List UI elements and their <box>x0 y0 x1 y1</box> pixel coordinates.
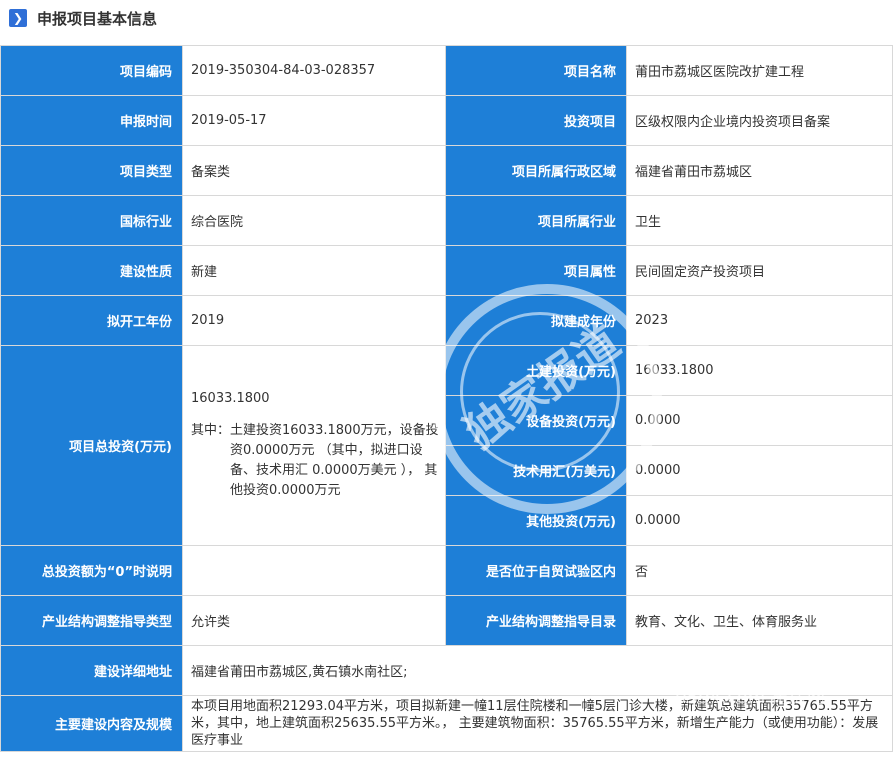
value-national-industry: 综合医院 <box>182 195 446 246</box>
label-project-name: 项目名称 <box>445 45 627 96</box>
value-tech-fx: 0.0000 <box>626 445 893 496</box>
label-address: 建设详细地址 <box>0 645 183 696</box>
label-project-industry: 项目所属行业 <box>445 195 627 246</box>
label-declare-time: 申报时间 <box>0 95 183 146</box>
label-project-attribute: 项目属性 <box>445 245 627 296</box>
value-project-code: 2019-350304-84-03-028357 <box>182 45 446 96</box>
label-free-trade-zone: 是否位于自贸试验区内 <box>445 545 627 596</box>
total-investment-detail: 其中： 土建投资16033.1800万元，设备投资0.0000万元 （其中，拟进… <box>191 421 439 501</box>
label-tech-fx: 技术用汇(万美元) <box>445 445 627 496</box>
table-row: 申报时间 2019-05-17 投资项目 区级权限内企业境内投资项目备案 <box>0 95 893 146</box>
table-row: 项目总投资(万元) 16033.1800 其中： 土建投资16033.1800万… <box>0 345 893 546</box>
label-content-scale: 主要建设内容及规模 <box>0 695 183 752</box>
label-industry-guide-catalog: 产业结构调整指导目录 <box>445 595 627 646</box>
value-industry-guide-type: 允许类 <box>182 595 446 646</box>
value-total-investment: 16033.1800 其中： 土建投资16033.1800万元，设备投资0.00… <box>182 345 446 546</box>
value-project-name: 莆田市荔城区医院改扩建工程 <box>626 45 893 96</box>
label-construction-nature: 建设性质 <box>0 245 183 296</box>
value-region: 福建省莆田市荔城区 <box>626 145 893 196</box>
project-info-table: 项目编码 2019-350304-84-03-028357 项目名称 莆田市荔城… <box>0 45 893 752</box>
label-civil-investment: 土建投资(万元) <box>445 345 627 396</box>
label-industry-guide-type: 产业结构调整指导类型 <box>0 595 183 646</box>
label-project-type: 项目类型 <box>0 145 183 196</box>
label-project-code: 项目编码 <box>0 45 183 96</box>
value-project-attribute: 民间固定资产投资项目 <box>626 245 893 296</box>
label-completion-year: 拟建成年份 <box>445 295 627 346</box>
total-investment-number: 16033.1800 <box>191 391 270 406</box>
table-row: 主要建设内容及规模 本项目用地面积21293.04平方米，项目拟新建一幢11层住… <box>0 695 893 752</box>
value-start-year: 2019 <box>182 295 446 346</box>
table-row: 建设性质 新建 项目属性 民间固定资产投资项目 <box>0 245 893 296</box>
value-address: 福建省莆田市荔城区,黄石镇水南社区; <box>182 645 893 696</box>
table-row: 国标行业 综合医院 项目所属行业 卫生 <box>0 195 893 246</box>
value-completion-year: 2023 <box>626 295 893 346</box>
table-row: 项目编码 2019-350304-84-03-028357 项目名称 莆田市荔城… <box>0 45 893 96</box>
label-start-year: 拟开工年份 <box>0 295 183 346</box>
value-industry-guide-catalog: 教育、文化、卫生、体育服务业 <box>626 595 893 646</box>
value-civil-investment: 16033.1800 <box>626 345 893 396</box>
label-other-investment: 其他投资(万元) <box>445 495 627 546</box>
detail-prefix: 其中： <box>191 423 231 438</box>
table-row: 项目类型 备案类 项目所属行政区域 福建省莆田市荔城区 <box>0 145 893 196</box>
label-equipment-investment: 设备投资(万元) <box>445 395 627 446</box>
chevron-right-icon: ❯ <box>9 9 27 27</box>
section-header: ❯ 申报项目基本信息 <box>0 0 895 36</box>
label-national-industry: 国标行业 <box>0 195 183 246</box>
value-other-investment: 0.0000 <box>626 495 893 546</box>
value-investment-item: 区级权限内企业境内投资项目备案 <box>626 95 893 146</box>
table-row: 建设详细地址 福建省莆田市荔城区,黄石镇水南社区; <box>0 645 893 696</box>
value-project-type: 备案类 <box>182 145 446 196</box>
section-title: 申报项目基本信息 <box>37 9 158 28</box>
table-row: 产业结构调整指导类型 允许类 产业结构调整指导目录 教育、文化、卫生、体育服务业 <box>0 595 893 646</box>
value-declare-time: 2019-05-17 <box>182 95 446 146</box>
value-equipment-investment: 0.0000 <box>626 395 893 446</box>
value-zero-explain <box>182 545 446 596</box>
table-row: 拟开工年份 2019 拟建成年份 2023 <box>0 295 893 346</box>
label-zero-explain: 总投资额为“0”时说明 <box>0 545 183 596</box>
label-region: 项目所属行政区域 <box>445 145 627 196</box>
value-free-trade-zone: 否 <box>626 545 893 596</box>
value-project-industry: 卫生 <box>626 195 893 246</box>
value-construction-nature: 新建 <box>182 245 446 296</box>
detail-text: 土建投资16033.1800万元，设备投资0.0000万元 （其中，拟进口设备、… <box>230 423 439 498</box>
label-investment-item: 投资项目 <box>445 95 627 146</box>
label-total-investment: 项目总投资(万元) <box>0 345 183 546</box>
table-row: 总投资额为“0”时说明 是否位于自贸试验区内 否 <box>0 545 893 596</box>
value-content-scale: 本项目用地面积21293.04平方米，项目拟新建一幢11层住院楼和一幢5层门诊大… <box>182 695 893 752</box>
